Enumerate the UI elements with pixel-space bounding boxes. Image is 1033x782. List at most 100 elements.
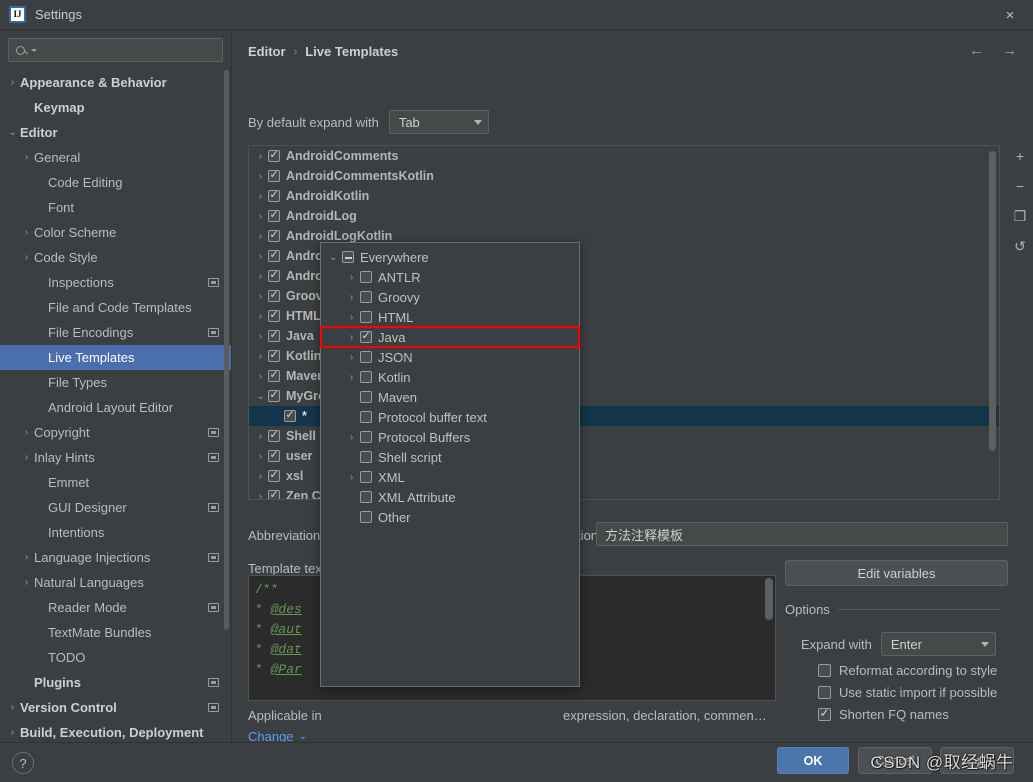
help-icon[interactable]: ? <box>12 752 34 774</box>
context-checkbox[interactable] <box>360 431 372 443</box>
context-option-other[interactable]: Other <box>321 507 579 527</box>
chevron-right-icon[interactable]: › <box>20 552 33 563</box>
chevron-right-icon[interactable]: › <box>253 291 268 302</box>
expand-with-select[interactable]: Enter <box>880 632 996 656</box>
breadcrumb-parent[interactable]: Editor <box>248 44 286 59</box>
chevron-right-icon[interactable]: › <box>20 227 33 238</box>
context-checkbox[interactable] <box>360 351 372 363</box>
option-checkbox[interactable] <box>818 706 831 721</box>
template-enabled-checkbox[interactable] <box>268 208 280 222</box>
chevron-right-icon[interactable]: › <box>34 178 47 188</box>
chevron-right-icon[interactable]: › <box>343 272 360 283</box>
sidebar-item-file-and-code-templates[interactable]: ›File and Code Templates <box>0 295 231 320</box>
context-option-kotlin[interactable]: › Kotlin <box>321 367 579 387</box>
context-checkbox[interactable] <box>360 271 372 283</box>
chevron-right-icon[interactable]: › <box>343 432 360 443</box>
sidebar-item-natural-languages[interactable]: › Natural Languages <box>0 570 231 595</box>
template-enabled-checkbox[interactable] <box>268 288 280 302</box>
sidebar-item-android-layout-editor[interactable]: ›Android Layout Editor <box>0 395 231 420</box>
template-enabled-checkbox[interactable] <box>268 468 280 482</box>
chevron-right-icon[interactable]: › <box>343 292 360 303</box>
chevron-right-icon[interactable]: › <box>253 371 268 382</box>
sidebar-item-code-style[interactable]: › Code Style <box>0 245 231 270</box>
context-option-xml-attribute[interactable]: XML Attribute <box>321 487 579 507</box>
template-enabled-checkbox[interactable] <box>268 168 280 182</box>
template-enabled-checkbox[interactable] <box>268 348 280 362</box>
chevron-right-icon[interactable]: › <box>34 503 47 513</box>
chevron-right-icon[interactable]: › <box>6 727 19 738</box>
template-enabled-checkbox[interactable] <box>268 448 280 462</box>
chevron-right-icon[interactable]: › <box>34 653 47 663</box>
chevron-right-icon[interactable]: › <box>34 478 47 488</box>
chevron-right-icon[interactable]: › <box>20 427 33 438</box>
chevron-right-icon[interactable]: › <box>253 171 268 182</box>
sidebar-item-general[interactable]: › General <box>0 145 231 170</box>
chevron-right-icon[interactable]: › <box>253 211 268 222</box>
context-option-everywhere[interactable]: ⌄ Everywhere <box>321 247 579 267</box>
default-expand-select[interactable]: Tab <box>388 110 489 134</box>
sidebar-item-appearance-behavior[interactable]: › Appearance & Behavior <box>0 70 231 95</box>
context-option-antlr[interactable]: › ANTLR <box>321 267 579 287</box>
chevron-right-icon[interactable]: › <box>253 431 268 442</box>
context-option-shell-script[interactable]: Shell script <box>321 447 579 467</box>
sidebar-item-intentions[interactable]: ›Intentions <box>0 520 231 545</box>
sidebar-item-font[interactable]: ›Font <box>0 195 231 220</box>
template-enabled-checkbox[interactable] <box>268 388 280 402</box>
sidebar-item-language-injections[interactable]: › Language Injections <box>0 545 231 570</box>
back-arrow-icon[interactable]: ← <box>969 42 984 59</box>
templates-scrollbar[interactable] <box>989 151 996 451</box>
template-enabled-checkbox[interactable] <box>268 268 280 282</box>
context-checkbox[interactable] <box>360 311 372 323</box>
context-checkbox[interactable] <box>360 329 372 343</box>
chevron-right-icon[interactable]: › <box>34 328 47 338</box>
context-option-html[interactable]: › HTML <box>321 307 579 327</box>
chevron-right-icon[interactable]: › <box>343 472 360 483</box>
close-icon[interactable]: × <box>987 0 1033 30</box>
template-enabled-checkbox[interactable] <box>268 308 280 322</box>
search-input[interactable] <box>8 38 223 62</box>
sidebar-item-file-types[interactable]: ›File Types <box>0 370 231 395</box>
sidebar-item-inspections[interactable]: ›Inspections <box>0 270 231 295</box>
template-enabled-checkbox[interactable] <box>268 368 280 382</box>
context-option-xml[interactable]: › XML <box>321 467 579 487</box>
chevron-right-icon[interactable]: › <box>20 252 33 263</box>
template-group-row[interactable]: › AndroidKotlin <box>249 186 999 206</box>
sidebar-item-editor[interactable]: ⌄ Editor <box>0 120 231 145</box>
restore-defaults-button[interactable]: ↺ <box>1010 238 1030 254</box>
ok-button[interactable]: OK <box>777 747 849 774</box>
context-checkbox[interactable] <box>360 411 372 423</box>
template-enabled-checkbox[interactable] <box>268 228 280 242</box>
context-checkbox[interactable] <box>360 491 372 503</box>
sidebar-scrollbar[interactable] <box>224 70 229 630</box>
template-group-row[interactable]: › AndroidCommentsKotlin <box>249 166 999 186</box>
sidebar-item-gui-designer[interactable]: ›GUI Designer <box>0 495 231 520</box>
duplicate-template-button[interactable]: ❐ <box>1010 208 1030 224</box>
add-template-button[interactable]: + <box>1010 148 1030 164</box>
chevron-right-icon[interactable]: › <box>253 191 268 202</box>
sidebar-item-textmate-bundles[interactable]: ›TextMate Bundles <box>0 620 231 645</box>
chevron-right-icon[interactable]: › <box>34 528 47 538</box>
template-enabled-checkbox[interactable] <box>268 148 280 162</box>
chevron-right-icon[interactable]: › <box>253 491 268 500</box>
context-option-java[interactable]: › Java <box>320 326 580 348</box>
sidebar-item-copyright[interactable]: › Copyright <box>0 420 231 445</box>
context-checkbox[interactable] <box>342 251 354 263</box>
chevron-right-icon[interactable]: › <box>20 103 33 113</box>
chevron-right-icon[interactable]: › <box>20 152 33 163</box>
template-group-row[interactable]: › AndroidComments <box>249 146 999 166</box>
sidebar-item-inlay-hints[interactable]: › Inlay Hints <box>0 445 231 470</box>
chevron-down-icon[interactable]: ⌄ <box>6 127 19 138</box>
template-enabled-checkbox[interactable] <box>268 328 280 342</box>
sidebar-item-emmet[interactable]: ›Emmet <box>0 470 231 495</box>
context-checkbox[interactable] <box>360 371 372 383</box>
sidebar-item-plugins[interactable]: ›Plugins <box>0 670 231 695</box>
chevron-right-icon[interactable]: › <box>20 452 33 463</box>
chevron-right-icon[interactable]: › <box>34 278 47 288</box>
context-option-maven[interactable]: Maven <box>321 387 579 407</box>
option-reformat-according-to-style[interactable]: Reformat according to style <box>818 663 997 678</box>
chevron-right-icon[interactable]: › <box>6 702 19 713</box>
chevron-down-icon[interactable]: ⌄ <box>325 252 342 263</box>
chevron-right-icon[interactable]: › <box>34 203 47 213</box>
chevron-right-icon[interactable]: › <box>343 372 360 383</box>
chevron-right-icon[interactable]: › <box>343 332 360 343</box>
